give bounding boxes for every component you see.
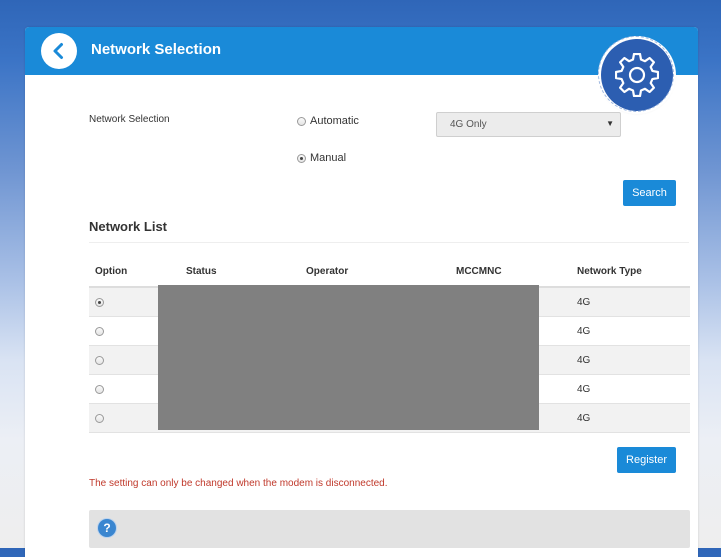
page-header: Network Selection	[25, 27, 698, 75]
network-type-cell: 4G	[577, 326, 591, 337]
help-icon[interactable]: ?	[98, 519, 116, 537]
gear-icon	[615, 53, 659, 97]
register-button[interactable]: Register	[617, 447, 676, 473]
network-selection-label: Network Selection	[89, 114, 170, 125]
manual-label: Manual	[310, 152, 347, 164]
section-divider	[89, 242, 689, 243]
help-panel: ?	[89, 510, 690, 548]
manual-radio[interactable]	[297, 153, 306, 163]
main-card: Network Selection Network Selection Auto…	[25, 27, 698, 557]
chevron-left-icon	[53, 43, 63, 59]
automatic-radio[interactable]	[297, 116, 306, 126]
row-select-radio[interactable]	[95, 298, 104, 307]
table-header: Option Status Operator MCCMNC Network Ty…	[89, 257, 690, 288]
column-operator: Operator	[306, 266, 349, 277]
settings-badge	[598, 36, 674, 112]
back-button[interactable]	[41, 33, 77, 69]
network-list-title: Network List	[89, 219, 168, 234]
column-status: Status	[186, 266, 217, 277]
dropdown-arrow-icon: ▼	[606, 119, 614, 128]
warning-message: The setting can only be changed when the…	[89, 478, 388, 489]
network-type-cell: 4G	[577, 384, 591, 395]
page-title: Network Selection	[91, 41, 222, 58]
row-select-radio[interactable]	[95, 356, 104, 365]
redacted-network-details	[158, 285, 539, 430]
row-select-radio[interactable]	[95, 414, 104, 423]
column-network-type: Network Type	[577, 266, 642, 277]
network-type-cell: 4G	[577, 355, 591, 366]
network-type-cell: 4G	[577, 413, 591, 424]
row-select-radio[interactable]	[95, 385, 104, 394]
network-mode-select[interactable]: 4G Only ▼	[436, 112, 621, 137]
search-button[interactable]: Search	[623, 180, 676, 206]
row-select-radio[interactable]	[95, 327, 104, 336]
network-type-cell: 4G	[577, 297, 591, 308]
column-option: Option	[95, 266, 128, 277]
option-automatic[interactable]: Automatic	[297, 115, 359, 127]
automatic-label: Automatic	[310, 115, 359, 127]
network-mode-value: 4G Only	[450, 119, 487, 130]
column-mccmnc: MCCMNC	[456, 266, 502, 277]
option-manual[interactable]: Manual	[297, 152, 346, 164]
